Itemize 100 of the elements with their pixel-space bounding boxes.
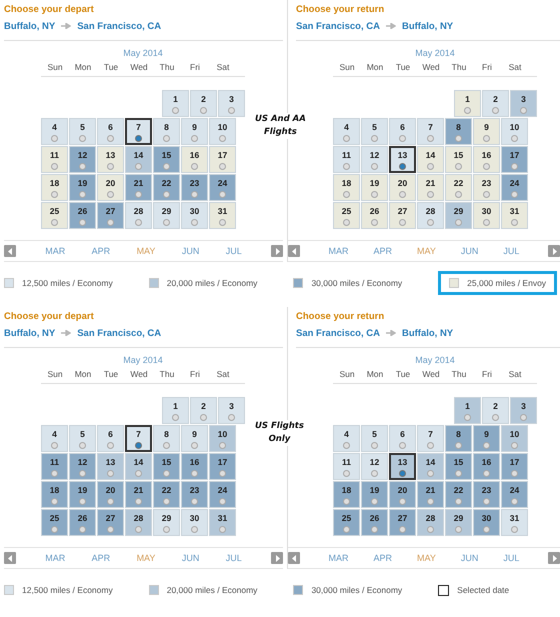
day-cell[interactable]: 2 (190, 90, 217, 117)
day-cell[interactable]: 25 (333, 202, 360, 229)
day-cell[interactable]: 23 (473, 481, 500, 508)
day-cell[interactable]: 10 (209, 118, 236, 145)
day-cell[interactable]: 16 (473, 453, 500, 480)
day-cell[interactable]: 11 (41, 146, 68, 173)
day-cell[interactable]: 5 (69, 118, 96, 145)
day-cell[interactable]: 12 (361, 146, 388, 173)
next-button[interactable] (548, 552, 560, 564)
day-cell[interactable]: 19 (361, 174, 388, 201)
next-button[interactable] (271, 552, 283, 564)
previous-button[interactable] (4, 552, 16, 564)
day-cell[interactable]: 15 (153, 453, 180, 480)
day-cell[interactable]: 13 (389, 146, 416, 173)
day-cell[interactable]: 8 (153, 118, 180, 145)
day-cell[interactable]: 5 (69, 425, 96, 452)
day-cell[interactable]: 24 (501, 481, 528, 508)
day-cell[interactable]: 16 (181, 146, 208, 173)
day-cell[interactable]: 25 (41, 202, 68, 229)
day-cell[interactable]: 7 (125, 118, 152, 145)
day-cell[interactable]: 31 (501, 202, 528, 229)
day-cell[interactable]: 26 (69, 202, 96, 229)
day-cell[interactable]: 4 (41, 118, 68, 145)
day-cell[interactable]: 16 (473, 146, 500, 173)
day-cell[interactable]: 30 (473, 202, 500, 229)
day-cell[interactable]: 20 (97, 174, 124, 201)
day-cell[interactable]: 28 (125, 202, 152, 229)
day-cell[interactable]: 12 (69, 453, 96, 480)
day-cell[interactable]: 18 (333, 481, 360, 508)
day-cell[interactable]: 4 (41, 425, 68, 452)
day-cell[interactable]: 14 (125, 146, 152, 173)
day-cell[interactable]: 2 (482, 397, 509, 424)
day-cell[interactable]: 14 (417, 146, 444, 173)
day-cell[interactable]: 16 (181, 453, 208, 480)
previous-button[interactable] (288, 245, 300, 257)
day-cell[interactable]: 9 (473, 118, 500, 145)
day-cell[interactable]: 3 (510, 90, 537, 117)
day-cell[interactable]: 23 (181, 174, 208, 201)
day-cell[interactable]: 17 (209, 453, 236, 480)
day-cell[interactable]: 6 (389, 118, 416, 145)
day-cell[interactable]: 1 (454, 397, 481, 424)
day-cell[interactable]: 3 (510, 397, 537, 424)
day-cell[interactable]: 31 (209, 202, 236, 229)
day-cell[interactable]: 25 (41, 509, 68, 536)
day-cell[interactable]: 4 (333, 118, 360, 145)
day-cell[interactable]: 15 (445, 146, 472, 173)
day-cell[interactable]: 17 (501, 146, 528, 173)
day-cell[interactable]: 2 (482, 90, 509, 117)
day-cell[interactable]: 7 (417, 118, 444, 145)
day-cell[interactable]: 15 (445, 453, 472, 480)
day-cell[interactable]: 10 (501, 118, 528, 145)
day-cell[interactable]: 18 (41, 174, 68, 201)
day-cell[interactable]: 11 (41, 453, 68, 480)
day-cell[interactable]: 30 (181, 509, 208, 536)
day-cell[interactable]: 29 (445, 202, 472, 229)
next-button[interactable] (548, 245, 560, 257)
day-cell[interactable]: 10 (501, 425, 528, 452)
day-cell[interactable]: 14 (417, 453, 444, 480)
day-cell[interactable]: 24 (209, 481, 236, 508)
next-button[interactable] (271, 245, 283, 257)
day-cell[interactable]: 21 (417, 481, 444, 508)
day-cell[interactable]: 15 (153, 146, 180, 173)
day-cell[interactable]: 5 (361, 118, 388, 145)
day-cell[interactable]: 8 (153, 425, 180, 452)
day-cell[interactable]: 1 (454, 90, 481, 117)
day-cell[interactable]: 9 (473, 425, 500, 452)
day-cell[interactable]: 3 (218, 397, 245, 424)
day-cell[interactable]: 11 (333, 453, 360, 480)
day-cell[interactable]: 10 (209, 425, 236, 452)
day-cell[interactable]: 21 (125, 481, 152, 508)
day-cell[interactable]: 13 (97, 453, 124, 480)
day-cell[interactable]: 23 (473, 174, 500, 201)
day-cell[interactable]: 7 (125, 425, 152, 452)
day-cell[interactable]: 20 (389, 481, 416, 508)
day-cell[interactable]: 12 (361, 453, 388, 480)
day-cell[interactable]: 19 (361, 481, 388, 508)
previous-button[interactable] (4, 245, 16, 257)
day-cell[interactable]: 9 (181, 118, 208, 145)
day-cell[interactable]: 20 (97, 481, 124, 508)
day-cell[interactable]: 22 (445, 481, 472, 508)
day-cell[interactable]: 18 (333, 174, 360, 201)
day-cell[interactable]: 29 (445, 509, 472, 536)
day-cell[interactable]: 28 (125, 509, 152, 536)
day-cell[interactable]: 24 (209, 174, 236, 201)
day-cell[interactable]: 27 (97, 509, 124, 536)
day-cell[interactable]: 23 (181, 481, 208, 508)
previous-button[interactable] (288, 552, 300, 564)
day-cell[interactable]: 19 (69, 174, 96, 201)
day-cell[interactable]: 22 (153, 481, 180, 508)
day-cell[interactable]: 6 (97, 118, 124, 145)
day-cell[interactable]: 21 (125, 174, 152, 201)
day-cell[interactable]: 1 (162, 90, 189, 117)
day-cell[interactable]: 1 (162, 397, 189, 424)
day-cell[interactable]: 29 (153, 202, 180, 229)
day-cell[interactable]: 22 (445, 174, 472, 201)
day-cell[interactable]: 6 (97, 425, 124, 452)
day-cell[interactable]: 25 (333, 509, 360, 536)
day-cell[interactable]: 6 (389, 425, 416, 452)
day-cell[interactable]: 28 (417, 509, 444, 536)
day-cell[interactable]: 21 (417, 174, 444, 201)
